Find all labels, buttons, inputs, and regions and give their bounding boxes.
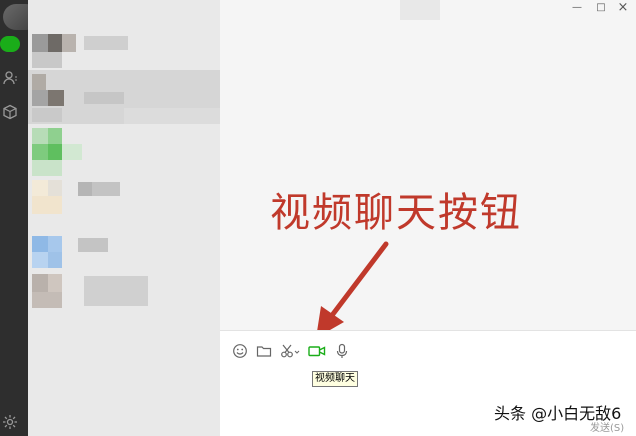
list-item — [48, 180, 62, 196]
list-item — [32, 74, 46, 90]
folder-icon[interactable] — [256, 343, 272, 359]
conversation-list[interactable] — [28, 0, 220, 436]
list-item — [32, 160, 62, 176]
list-item[interactable] — [32, 34, 48, 52]
sidebar-rail — [0, 0, 39, 436]
list-item — [84, 276, 148, 306]
scissors-icon[interactable] — [280, 343, 300, 359]
settings-gear-icon[interactable] — [2, 414, 18, 430]
close-button[interactable]: × — [616, 1, 630, 15]
list-item — [48, 274, 62, 292]
list-item[interactable] — [32, 236, 48, 252]
minimize-button[interactable]: — — [570, 1, 584, 15]
list-item — [92, 182, 120, 196]
list-item[interactable] — [32, 274, 48, 292]
list-item — [48, 252, 62, 268]
list-item — [32, 144, 48, 160]
contacts-icon[interactable] — [2, 70, 18, 86]
chat-panel: — □ × 视频聊天按钮 视频聊天 发送(S) 头条 @小白无敌6 — [220, 0, 636, 436]
emoji-icon[interactable] — [232, 343, 248, 359]
list-item — [32, 108, 62, 122]
list-item[interactable] — [32, 128, 48, 144]
list-item — [48, 144, 62, 160]
list-item — [32, 90, 48, 106]
list-item — [84, 36, 128, 50]
list-item[interactable] — [32, 180, 48, 196]
chat-icon[interactable] — [0, 36, 20, 52]
favorites-cube-icon[interactable] — [2, 104, 18, 120]
list-item — [32, 252, 48, 268]
list-item — [62, 144, 82, 160]
video-call-tooltip: 视频聊天 — [312, 371, 358, 387]
annotation-label: 视频聊天按钮 — [270, 190, 522, 236]
list-item — [48, 34, 62, 52]
list-item — [78, 182, 92, 196]
video-call-icon[interactable] — [308, 343, 326, 359]
list-item — [48, 236, 62, 252]
chat-title — [400, 0, 440, 20]
list-item — [32, 52, 62, 68]
list-item — [48, 90, 64, 106]
list-item — [32, 196, 62, 214]
list-item — [124, 108, 220, 124]
list-item — [48, 128, 62, 144]
list-item — [78, 238, 108, 252]
maximize-button[interactable]: □ — [594, 1, 608, 15]
watermark-text: 头条 @小白无敌6 — [494, 404, 622, 423]
list-item — [84, 92, 124, 104]
list-item — [62, 34, 76, 52]
microphone-icon[interactable] — [334, 343, 350, 359]
list-item — [32, 292, 62, 308]
